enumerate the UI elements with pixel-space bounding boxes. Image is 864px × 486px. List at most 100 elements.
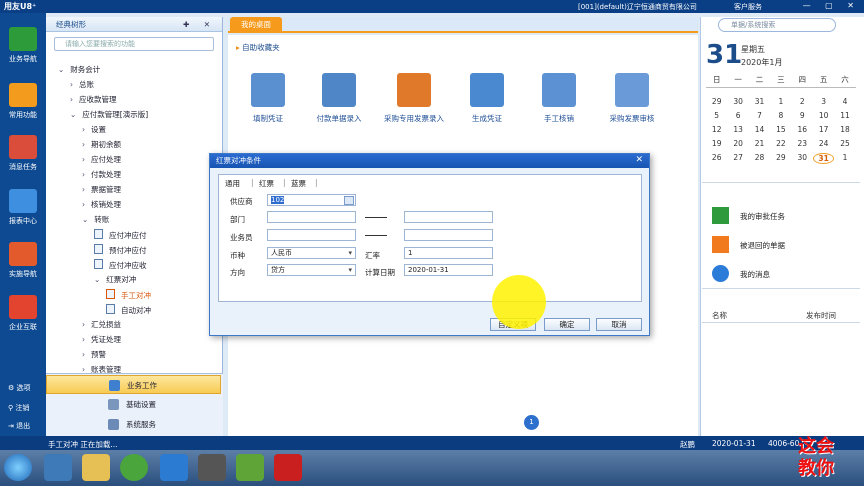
shortcut-invoice-audit[interactable]: 采购发票审核 xyxy=(597,73,667,124)
calendar-day: 31 xyxy=(706,40,743,70)
folder-icon[interactable] xyxy=(82,454,110,481)
status-user: 赵鹏 xyxy=(680,440,695,449)
shortcut-payment-entry[interactable]: 付款单据录入 xyxy=(304,73,374,124)
nav-enterprise[interactable]: 企业互联 xyxy=(0,295,46,332)
tree-node-gl[interactable]: 总账 xyxy=(70,79,94,90)
tree-node-transfer[interactable]: 转账 xyxy=(82,214,109,225)
staff-to-field[interactable] xyxy=(404,229,493,241)
tab-my-desktop[interactable]: 我的桌面 xyxy=(230,17,282,33)
department-to-field[interactable] xyxy=(404,211,493,223)
close-icon[interactable]: ✕ xyxy=(635,155,643,165)
tree-node-fx[interactable]: 汇兑损益 xyxy=(82,319,121,330)
tab-red-invoice[interactable]: 红票 xyxy=(259,178,274,189)
supplier-label: 供应商 xyxy=(230,197,253,206)
tree-node-prepay-to-ap[interactable]: 预付冲应付 xyxy=(94,244,147,256)
rate-label: 汇率 xyxy=(365,251,380,260)
status-bar: 手工对冲 正在加载... 赵鹏 2020-01-31 4006-60 xyxy=(0,436,864,450)
nav-implementation[interactable]: 实施导航 xyxy=(0,242,46,279)
messenger-icon[interactable] xyxy=(160,454,188,481)
reference-lookup-icon[interactable] xyxy=(344,196,354,205)
customer-service-link[interactable]: 客户服务 xyxy=(734,2,762,12)
calendar-row[interactable]: 12 13 14 15 16 17 18 xyxy=(706,125,856,134)
currency-select[interactable]: 人民币 ▾ xyxy=(267,247,356,259)
app-logo: 用友U8⁺ xyxy=(4,2,37,11)
tree-node-payment[interactable]: 付款处理 xyxy=(82,169,121,180)
staff-label: 业务员 xyxy=(230,233,253,242)
exit-link[interactable]: ⇥ 退出 xyxy=(8,421,30,431)
media-icon[interactable] xyxy=(44,454,72,481)
shortcut-purchase-invoice[interactable]: 采购专用发票录入 xyxy=(379,73,449,124)
tree-node-auto-offset[interactable]: 自动对冲 xyxy=(106,304,151,316)
menu-system-service[interactable]: 系统服务 xyxy=(46,415,221,434)
voucher-icon xyxy=(251,73,285,107)
calendar-row[interactable]: 5 6 7 8 9 10 11 xyxy=(706,111,856,120)
shortcut-manual-verify[interactable]: 手工核销 xyxy=(524,73,594,124)
logout-link[interactable]: ⚲ 注销 xyxy=(8,403,29,413)
nav-common[interactable]: 常用功能 xyxy=(0,83,46,120)
module-iconbar: 业务导航 常用功能 消息任务 报表中心 实施导航 企业互联 ⚙ 选项 ⚲ 注销 … xyxy=(0,13,46,436)
divider xyxy=(702,288,860,289)
function-search-input[interactable]: 请输入您要搜索的功能 xyxy=(54,37,214,51)
options-link[interactable]: ⚙ 选项 xyxy=(8,383,31,393)
u8-app-icon[interactable] xyxy=(274,454,302,481)
nav-reports[interactable]: 报表中心 xyxy=(0,189,46,226)
red-offset-dialog: 红票对冲条件 ✕ 通用 | 红票 | 蓝票 | 供应商 102 部门 业务员 币… xyxy=(209,153,650,336)
window-controls[interactable]: — ▢ ✕ xyxy=(803,1,860,10)
message-name-header: 名称 xyxy=(712,311,727,320)
status-message: 手工对冲 正在加载... xyxy=(48,440,118,449)
tree-node-ap[interactable]: 应付款管理[演示版] xyxy=(70,109,148,120)
rate-field[interactable]: 1 xyxy=(404,247,493,259)
calendar-row[interactable]: 19 20 21 22 23 24 25 xyxy=(706,139,856,148)
menu-basic-settings[interactable]: 基础设置 xyxy=(46,395,221,414)
page-indicator[interactable]: 1 xyxy=(524,415,539,430)
cancel-button[interactable]: 取消 xyxy=(596,318,642,331)
chevron-down-icon: ▾ xyxy=(348,266,352,274)
nav-messages[interactable]: 消息任务 xyxy=(0,135,46,172)
start-button-icon[interactable] xyxy=(4,454,32,481)
tree-node-ap-process[interactable]: 应付处理 xyxy=(82,154,121,165)
watermark-stamp: 这会 教你 xyxy=(798,436,834,479)
ok-button[interactable]: 确定 xyxy=(544,318,590,331)
calendar-icon xyxy=(9,135,37,159)
cursor-highlight xyxy=(492,275,546,329)
department-from-field[interactable] xyxy=(267,211,356,223)
status-phone: 4006-60 xyxy=(768,439,800,448)
direction-select[interactable]: 贷方 ▾ xyxy=(267,264,356,276)
menu-business-work[interactable]: 业务工作 xyxy=(46,375,221,394)
supplier-field[interactable]: 102 xyxy=(267,194,356,206)
app-icon[interactable] xyxy=(198,454,226,481)
shortcut-fill-voucher[interactable]: 填制凭证 xyxy=(233,73,303,124)
app-icon[interactable] xyxy=(236,454,264,481)
tab-general[interactable]: 通用 xyxy=(225,178,240,189)
nav-business[interactable]: 业务导航 xyxy=(0,27,46,64)
calendar-row[interactable]: 26 27 28 29 30 31 1 xyxy=(706,153,856,164)
calendar-row[interactable]: 29 30 31 1 2 3 4 xyxy=(706,97,856,106)
tree-node-red-offset[interactable]: 红票对冲 xyxy=(94,274,136,285)
tree-node-bills[interactable]: 票据管理 xyxy=(82,184,121,195)
tree-node-opening[interactable]: 期初余额 xyxy=(82,139,121,150)
dialog-title: 红票对冲条件 xyxy=(210,154,649,168)
favorites-header: 自助收藏夹 xyxy=(236,42,280,53)
direction-label: 方向 xyxy=(230,268,245,277)
tree-node-voucher[interactable]: 凭证处理 xyxy=(82,334,121,345)
tree-node-verify[interactable]: 核销处理 xyxy=(82,199,121,210)
department-label: 部门 xyxy=(230,215,245,224)
tree-node-ap-to-ar[interactable]: 应付冲应收 xyxy=(94,259,147,271)
calc-date-field[interactable]: 2020-01-31 xyxy=(404,264,493,276)
generate-voucher-icon xyxy=(470,73,504,107)
calendar-year-month: 2020年1月 xyxy=(741,58,783,67)
tree-node-ar[interactable]: 应收款管理 xyxy=(70,94,117,105)
tree-node-settings[interactable]: 设置 xyxy=(82,124,106,135)
staff-from-field[interactable] xyxy=(267,229,356,241)
tree-node-alert[interactable]: 预警 xyxy=(82,349,106,360)
tab-blue-invoice[interactable]: 蓝票 xyxy=(291,178,306,189)
tree-node-ap-to-ap[interactable]: 应付冲应付 xyxy=(94,229,147,241)
tree-node-finance[interactable]: 财务会计 xyxy=(58,64,100,75)
pin-close-icon[interactable]: ✚ ✕ xyxy=(183,17,216,32)
browser-icon[interactable] xyxy=(120,454,148,481)
tree-node-manual-offset[interactable]: 手工对冲 xyxy=(106,289,151,301)
report-icon xyxy=(9,189,37,213)
shortcut-generate-voucher[interactable]: 生成凭证 xyxy=(452,73,522,124)
calendar-week-header: 日一二三四五六 xyxy=(706,74,856,88)
document-search-input[interactable]: 单据/系统搜索 xyxy=(718,18,836,32)
